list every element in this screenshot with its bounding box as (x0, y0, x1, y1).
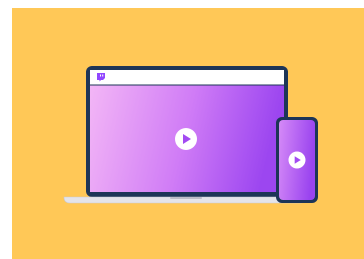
smartphone (276, 117, 318, 203)
devices-illustration (63, 66, 318, 204)
laptop (63, 66, 307, 204)
browser-bar (90, 70, 284, 85)
play-icon[interactable] (175, 128, 197, 150)
play-icon[interactable] (288, 151, 306, 169)
illustration-frame (0, 0, 364, 259)
